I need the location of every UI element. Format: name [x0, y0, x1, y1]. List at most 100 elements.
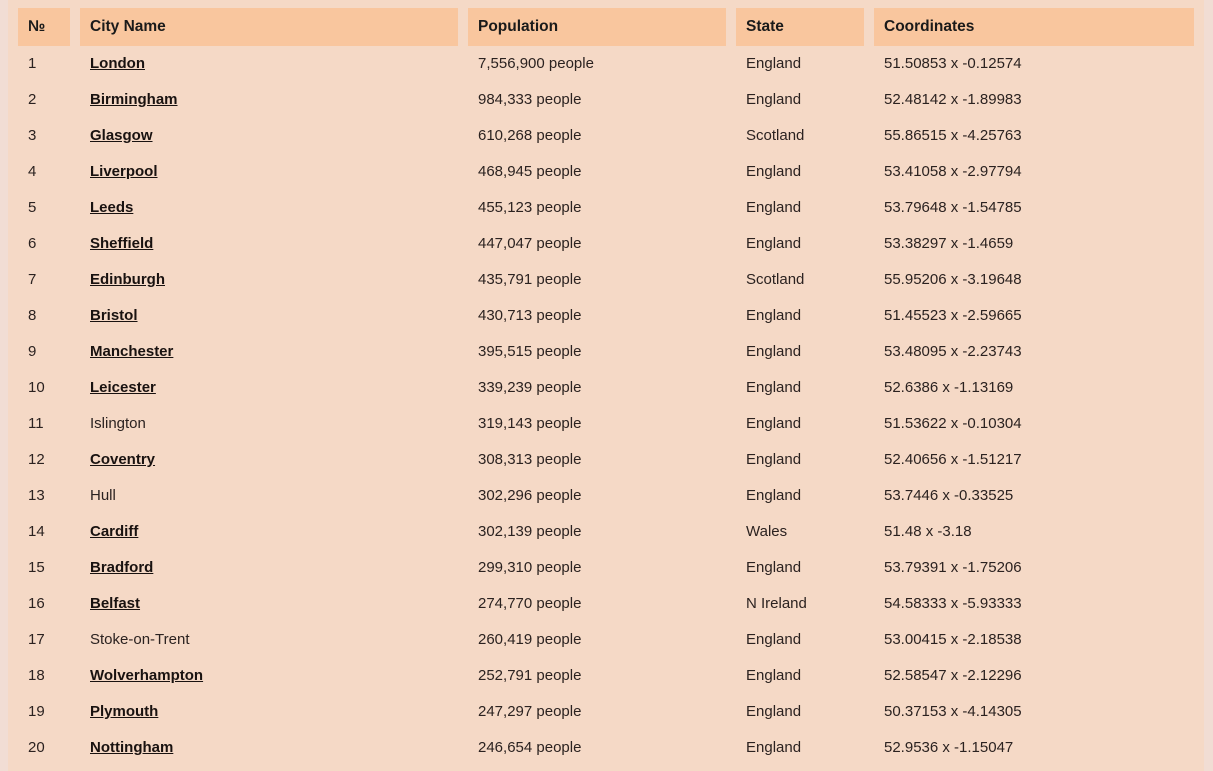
cell-coordinates: 53.79391 x -1.75206 — [884, 559, 1022, 576]
column-header-state[interactable]: State — [736, 8, 864, 46]
column-header-coordinates[interactable]: Coordinates — [874, 8, 1194, 46]
city-name-link[interactable]: London — [90, 55, 145, 72]
cell-coordinates: 52.9536 x -1.15047 — [884, 739, 1014, 756]
cell-coordinates: 50.37153 x -4.14305 — [884, 703, 1022, 720]
cell-state: England — [746, 415, 802, 432]
cell-coordinates: 53.38297 x -1.4659 — [884, 235, 1014, 252]
cell-row-number: 12 — [28, 451, 45, 468]
cell-state: England — [746, 631, 802, 648]
table-row: 8 Bristol 430,713 people England 51.45523 x … — [18, 298, 1194, 334]
cell-population: 339,239 people — [478, 379, 582, 396]
city-population-table: № City Name Population State Coordinates… — [8, 8, 1204, 766]
cell-row-number: 14 — [28, 523, 45, 540]
cell-population: 435,791 people — [478, 271, 582, 288]
city-name-link[interactable]: Wolverhampton — [90, 667, 203, 684]
cell-state: England — [746, 199, 802, 216]
city-name-link[interactable]: Edinburgh — [90, 271, 165, 288]
column-header-number[interactable]: № — [18, 8, 70, 46]
table-row: 19 Plymouth 247,297 people England 50.37153 … — [18, 694, 1194, 730]
cell-population: 319,143 people — [478, 415, 582, 432]
cell-population: 274,770 people — [478, 595, 582, 612]
table-row: 2 Birmingham 984,333 people England 52.48142… — [18, 82, 1194, 118]
city-name-link[interactable]: Leicester — [90, 379, 156, 396]
cell-population: 455,123 people — [478, 199, 582, 216]
cell-city-name: Nottingham — [80, 730, 458, 766]
cell-city-name: Coventry — [80, 442, 458, 478]
city-name-link[interactable]: Bradford — [90, 559, 153, 576]
city-name-link[interactable]: Glasgow — [90, 127, 153, 144]
cell-row-number: 20 — [28, 739, 45, 756]
cell-city-name: Sheffield — [80, 226, 458, 262]
cell-state: England — [746, 703, 802, 720]
cell-city-name: Leicester — [80, 370, 458, 406]
cell-row-number: 9 — [28, 343, 37, 360]
cell-population: 260,419 people — [478, 631, 582, 648]
cell-state: England — [746, 235, 802, 252]
cell-population: 610,268 people — [478, 127, 582, 144]
city-name-link[interactable]: Plymouth — [90, 703, 158, 720]
table-row: 7 Edinburgh 435,791 people Scotland 55.95206… — [18, 262, 1194, 298]
cell-city-name: Stoke-on-Trent — [80, 622, 458, 658]
column-header-city-name[interactable]: City Name — [80, 8, 458, 46]
cell-coordinates: 51.53622 x -0.10304 — [884, 415, 1022, 432]
cell-coordinates: 53.00415 x -2.18538 — [884, 631, 1022, 648]
table-row: 15 Bradford 299,310 people England 53.79391 … — [18, 550, 1194, 586]
city-name-link[interactable]: Belfast — [90, 595, 140, 612]
cell-city-name: London — [80, 46, 458, 82]
table-body: 1 London 7,556,900 people England 51.50853 x… — [18, 46, 1194, 766]
cell-row-number: 4 — [28, 163, 37, 180]
city-name-link[interactable]: Coventry — [90, 451, 155, 468]
table-row: 6 Sheffield 447,047 people England 53.38297 … — [18, 226, 1194, 262]
table-row: 11 Islington 319,143 people England 51.53622… — [18, 406, 1194, 442]
cell-coordinates: 52.48142 x -1.89983 — [884, 91, 1022, 108]
city-name-link[interactable]: Leeds — [90, 199, 133, 216]
cell-population: 299,310 people — [478, 559, 582, 576]
table-row: 18 Wolverhampton 252,791 people England 52.5… — [18, 658, 1194, 694]
cell-row-number: 8 — [28, 307, 37, 324]
cell-city-name: Glasgow — [80, 118, 458, 154]
cell-city-name: Liverpool — [80, 154, 458, 190]
table-row: 4 Liverpool 468,945 people England 53.41058 … — [18, 154, 1194, 190]
table-header-row: № City Name Population State Coordinates — [18, 8, 1194, 46]
city-name-link[interactable]: Bristol — [90, 307, 138, 324]
cell-coordinates: 53.41058 x -2.97794 — [884, 163, 1022, 180]
cell-state: N Ireland — [746, 595, 807, 612]
cell-population: 447,047 people — [478, 235, 582, 252]
city-name-link[interactable]: Manchester — [90, 343, 173, 360]
cell-population: 430,713 people — [478, 307, 582, 324]
city-table-container: № City Name Population State Coordinates… — [8, 0, 1204, 771]
cell-city-name: Islington — [80, 406, 458, 442]
table-row: 9 Manchester 395,515 people England 53.48095… — [18, 334, 1194, 370]
cell-row-number: 5 — [28, 199, 37, 216]
cell-state: England — [746, 487, 802, 504]
cell-row-number: 1 — [28, 55, 37, 72]
city-name-link[interactable]: Birmingham — [90, 91, 178, 108]
table-row: 3 Glasgow 610,268 people Scotland 55.86515 x… — [18, 118, 1194, 154]
table-row: 14 Cardiff 302,139 people Wales 51.48 x -3.1… — [18, 514, 1194, 550]
cell-row-number: 6 — [28, 235, 37, 252]
city-name-link[interactable]: Nottingham — [90, 739, 173, 756]
cell-row-number: 15 — [28, 559, 45, 576]
cell-state: England — [746, 379, 802, 396]
city-name-link[interactable]: Sheffield — [90, 235, 153, 252]
cell-state: England — [746, 451, 802, 468]
cell-population: 252,791 people — [478, 667, 582, 684]
page-canvas: № City Name Population State Coordinates… — [0, 0, 1213, 771]
city-name-link[interactable]: Cardiff — [90, 523, 138, 540]
cell-coordinates: 55.86515 x -4.25763 — [884, 127, 1022, 144]
cell-state: Scotland — [746, 271, 805, 288]
cell-state: England — [746, 667, 802, 684]
cell-row-number: 19 — [28, 703, 45, 720]
cell-row-number: 13 — [28, 487, 45, 504]
cell-state: England — [746, 343, 802, 360]
table-row: 13 Hull 302,296 people England 53.7446 x -0.… — [18, 478, 1194, 514]
cell-population: 246,654 people — [478, 739, 582, 756]
column-header-population[interactable]: Population — [468, 8, 726, 46]
cell-coordinates: 51.50853 x -0.12574 — [884, 55, 1022, 72]
city-name-link[interactable]: Liverpool — [90, 163, 158, 180]
cell-coordinates: 52.58547 x -2.12296 — [884, 667, 1022, 684]
cell-state: England — [746, 739, 802, 756]
cell-state: England — [746, 163, 802, 180]
cell-state: England — [746, 91, 802, 108]
cell-city-name: Bradford — [80, 550, 458, 586]
